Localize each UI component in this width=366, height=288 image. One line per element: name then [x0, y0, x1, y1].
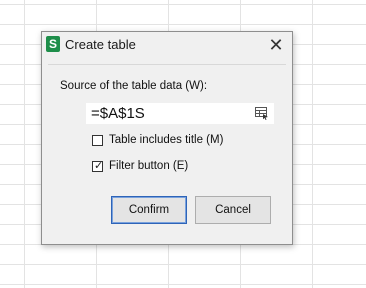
- source-range-input[interactable]: =$A$1S: [86, 103, 274, 124]
- cancel-button[interactable]: Cancel: [195, 196, 271, 224]
- source-range-value[interactable]: =$A$1S: [91, 105, 145, 123]
- spreadsheet-app-icon: S: [46, 36, 60, 52]
- filter-button-label: Filter button (E): [109, 160, 189, 172]
- filter-button-checkbox[interactable]: ✓: [92, 160, 104, 172]
- include-title-checkbox[interactable]: [92, 135, 103, 146]
- confirm-button[interactable]: Confirm: [111, 196, 187, 224]
- close-icon[interactable]: ✕: [266, 35, 286, 55]
- dialog-titlebar[interactable]: S Create table ✕: [42, 32, 292, 58]
- create-table-dialog: S Create table ✕ Source of the table dat…: [41, 31, 293, 245]
- include-title-label: Table includes title (M): [109, 134, 224, 146]
- range-select-icon[interactable]: [255, 107, 269, 120]
- checkmark-icon: ✓: [94, 160, 104, 172]
- dialog-title: Create table: [65, 37, 136, 52]
- source-data-label: Source of the table data (W):: [60, 80, 208, 92]
